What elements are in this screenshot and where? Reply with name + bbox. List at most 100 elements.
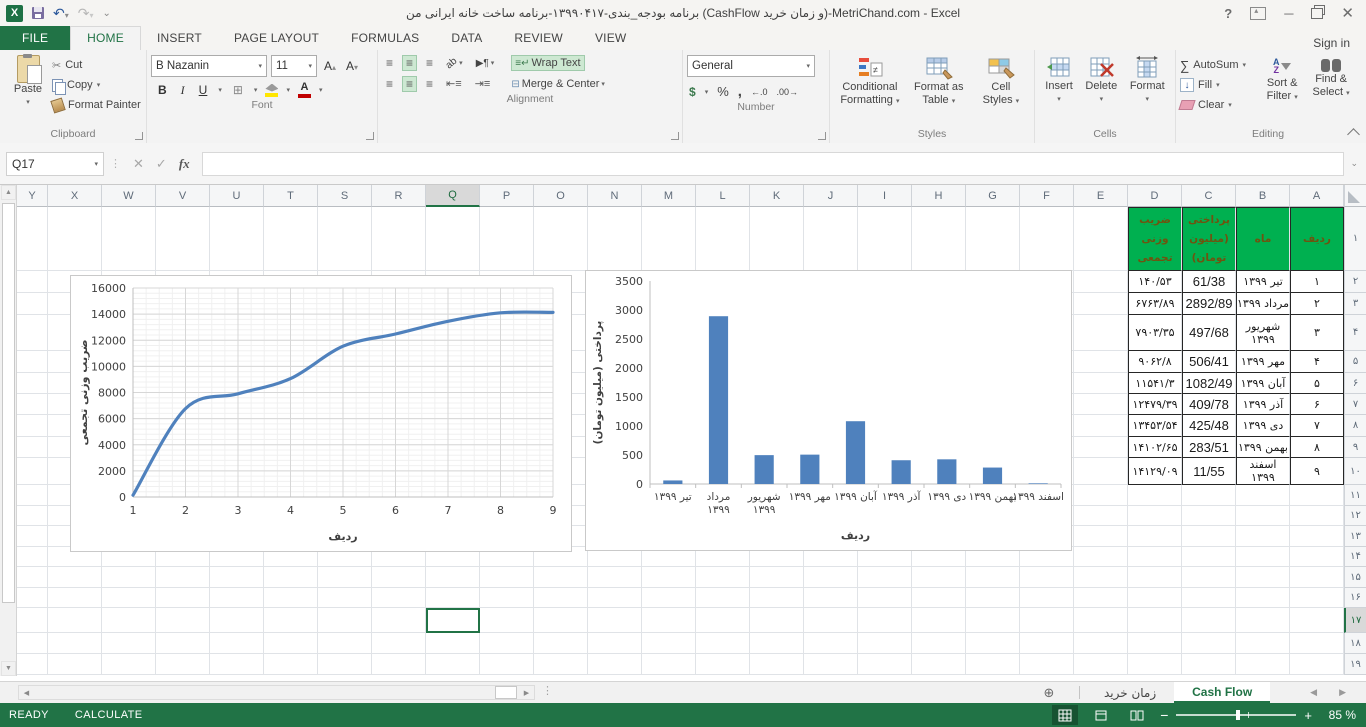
- column-header-J[interactable]: J: [804, 185, 858, 207]
- cell-A5[interactable]: ۴: [1290, 351, 1344, 373]
- cell-K18[interactable]: [750, 633, 804, 654]
- cell-X18[interactable]: [48, 633, 102, 654]
- cell-B17[interactable]: [1236, 608, 1290, 633]
- tab-split-handle[interactable]: ⋮: [542, 684, 553, 697]
- alignment-dialog-launcher-icon[interactable]: [671, 132, 679, 140]
- font-name-combo[interactable]: B Nazanin▾: [151, 55, 267, 77]
- row-header-3[interactable]: ۳: [1344, 293, 1366, 315]
- cell-C12[interactable]: [1182, 506, 1236, 526]
- cell-L16[interactable]: [696, 588, 750, 608]
- cell-B14[interactable]: [1236, 547, 1290, 567]
- cell-A4[interactable]: ۳: [1290, 315, 1344, 351]
- cell-G1[interactable]: [966, 207, 1020, 271]
- borders-button[interactable]: ⊞: [230, 83, 246, 97]
- font-size-combo[interactable]: 11▾: [271, 55, 317, 77]
- close-icon[interactable]: ✕: [1341, 4, 1354, 22]
- align-right-button[interactable]: ≡: [422, 76, 437, 92]
- cell-Y10[interactable]: [17, 458, 48, 485]
- cell-B15[interactable]: [1236, 567, 1290, 588]
- cell-N18[interactable]: [588, 633, 642, 654]
- column-header-S[interactable]: S: [318, 185, 372, 207]
- restore-icon[interactable]: [1311, 8, 1323, 19]
- cell-V15[interactable]: [156, 567, 210, 588]
- cell-V1[interactable]: [156, 207, 210, 271]
- cell-Y11[interactable]: [17, 485, 48, 506]
- cell-Q19[interactable]: [426, 654, 480, 675]
- cell-Y19[interactable]: [17, 654, 48, 675]
- cell-D17[interactable]: [1128, 608, 1182, 633]
- cell-A12[interactable]: [1290, 506, 1344, 526]
- cell-B4[interactable]: شهریور ۱۳۹۹: [1236, 315, 1290, 351]
- column-header-B[interactable]: B: [1236, 185, 1290, 207]
- cell-L15[interactable]: [696, 567, 750, 588]
- row-header-5[interactable]: ۵: [1344, 351, 1366, 373]
- cell-J17[interactable]: [804, 608, 858, 633]
- column-header-L[interactable]: L: [696, 185, 750, 207]
- scroll-right-icon[interactable]: ▶: [519, 686, 534, 699]
- grow-font-button[interactable]: A▴: [321, 59, 339, 73]
- zoom-level[interactable]: 85 %: [1322, 708, 1356, 722]
- cell-O17[interactable]: [534, 608, 588, 633]
- cell-O16[interactable]: [534, 588, 588, 608]
- cell-Y5[interactable]: [17, 351, 48, 373]
- cell-Y2[interactable]: [17, 271, 48, 293]
- column-header-E[interactable]: E: [1074, 185, 1128, 207]
- number-format-combo[interactable]: General▾: [687, 55, 815, 77]
- column-header-P[interactable]: P: [480, 185, 534, 207]
- cell-B3[interactable]: مرداد ۱۳۹۹: [1236, 293, 1290, 315]
- format-painter-button[interactable]: Format Painter: [52, 95, 141, 115]
- cell-R17[interactable]: [372, 608, 426, 633]
- format-as-table-button[interactable]: Format as Table ▾: [906, 53, 972, 110]
- merge-center-button[interactable]: ⊟ Merge & Center▾: [507, 76, 609, 92]
- cell-D14[interactable]: [1128, 547, 1182, 567]
- cell-C13[interactable]: [1182, 526, 1236, 547]
- cell-A16[interactable]: [1290, 588, 1344, 608]
- cell-K17[interactable]: [750, 608, 804, 633]
- row-header-6[interactable]: ۶: [1344, 373, 1366, 394]
- bar-chart[interactable]: 0500100015002000250030003500تیر ۱۳۹۹مردا…: [585, 270, 1072, 551]
- align-center-button[interactable]: ≡: [402, 76, 417, 92]
- column-header-H[interactable]: H: [912, 185, 966, 207]
- column-header-O[interactable]: O: [534, 185, 588, 207]
- conditional-formatting-button[interactable]: ≠ Conditional Formatting ▾: [834, 53, 906, 110]
- cell-E16[interactable]: [1074, 588, 1128, 608]
- cell-Y12[interactable]: [17, 506, 48, 526]
- cell-D5[interactable]: ۹۰۶۲/۸: [1128, 351, 1182, 373]
- cell-B13[interactable]: [1236, 526, 1290, 547]
- cell-E11[interactable]: [1074, 485, 1128, 506]
- cell-W17[interactable]: [102, 608, 156, 633]
- cell-C8[interactable]: 425/48: [1182, 415, 1236, 437]
- cell-A14[interactable]: [1290, 547, 1344, 567]
- cell-B5[interactable]: مهر ۱۳۹۹: [1236, 351, 1290, 373]
- qat-customize-icon[interactable]: ⌄: [103, 8, 111, 19]
- prev-sheet-icon[interactable]: ◀: [1310, 687, 1317, 698]
- cell-C10[interactable]: 11/55: [1182, 458, 1236, 485]
- cell-A1[interactable]: ردیف: [1290, 207, 1344, 271]
- cell-styles-button[interactable]: Cell Styles ▾: [972, 53, 1030, 110]
- cell-G16[interactable]: [966, 588, 1020, 608]
- paste-button[interactable]: Paste▾: [4, 53, 52, 111]
- cell-C17[interactable]: [1182, 608, 1236, 633]
- cell-W15[interactable]: [102, 567, 156, 588]
- cell-I16[interactable]: [858, 588, 912, 608]
- cell-E2[interactable]: [1074, 271, 1128, 293]
- tab-page-layout[interactable]: PAGE LAYOUT: [218, 27, 335, 50]
- sign-in-link[interactable]: Sign in: [1313, 36, 1366, 50]
- row-header-8[interactable]: ۸: [1344, 415, 1366, 437]
- cell-E5[interactable]: [1074, 351, 1128, 373]
- cell-B2[interactable]: تیر ۱۳۹۹: [1236, 271, 1290, 293]
- cell-F19[interactable]: [1020, 654, 1074, 675]
- cell-R15[interactable]: [372, 567, 426, 588]
- cell-C3[interactable]: 2892/89: [1182, 293, 1236, 315]
- horizontal-scroll-thumb[interactable]: [495, 686, 517, 699]
- cell-P17[interactable]: [480, 608, 534, 633]
- wrap-text-button[interactable]: ≡↵ Wrap Text: [511, 55, 584, 71]
- cell-E14[interactable]: [1074, 547, 1128, 567]
- zoom-thumb[interactable]: [1236, 710, 1240, 720]
- new-sheet-button[interactable]: ⊕: [1039, 682, 1059, 703]
- cell-E3[interactable]: [1074, 293, 1128, 315]
- column-header-R[interactable]: R: [372, 185, 426, 207]
- next-sheet-icon[interactable]: ▶: [1339, 687, 1346, 698]
- fill-button[interactable]: ↓Fill▾: [1180, 75, 1258, 95]
- cell-H19[interactable]: [912, 654, 966, 675]
